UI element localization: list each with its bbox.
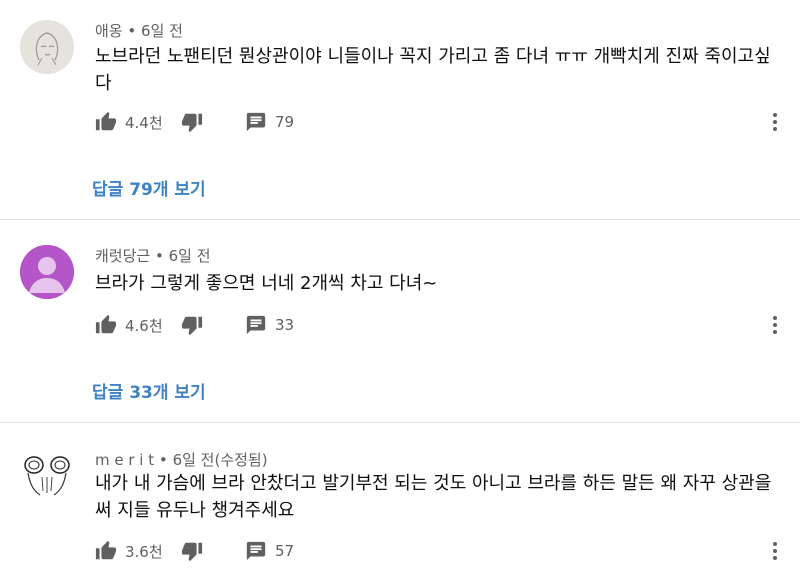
thumbs-down-icon bbox=[181, 316, 203, 336]
more-vert-icon bbox=[773, 316, 777, 334]
like-count: 3.6천 bbox=[125, 542, 163, 561]
timestamp[interactable]: 6일 전 bbox=[141, 22, 183, 40]
like-count: 4.6천 bbox=[125, 316, 163, 335]
comment-icon bbox=[246, 315, 266, 335]
cartoon-face-avatar-icon bbox=[20, 447, 74, 501]
like-button[interactable]: 4.6천 bbox=[95, 310, 163, 340]
thumbs-up-icon bbox=[95, 540, 117, 560]
default-person-avatar-icon bbox=[20, 245, 74, 299]
like-button[interactable]: 3.6천 bbox=[95, 536, 163, 566]
author-name[interactable]: 애옹 bbox=[95, 22, 123, 40]
view-replies-link[interactable]: 답글 33개 보기 bbox=[92, 378, 206, 403]
more-vert-icon bbox=[773, 542, 777, 560]
timestamp[interactable]: 6일 전 bbox=[169, 247, 211, 265]
reply-button[interactable]: 33 bbox=[245, 310, 294, 340]
more-options-button[interactable] bbox=[765, 310, 785, 340]
meta-separator: • bbox=[158, 451, 168, 469]
thumbs-up-icon bbox=[95, 111, 117, 131]
thumbs-up-icon bbox=[95, 314, 117, 334]
avatar[interactable] bbox=[20, 245, 74, 299]
meta-separator: • bbox=[154, 247, 164, 265]
author-name[interactable]: m e r i t bbox=[95, 451, 154, 469]
dislike-button[interactable] bbox=[181, 107, 203, 137]
comment-text: 브라가 그렇게 좋으면 너네 2개씩 차고 다녀~ bbox=[95, 273, 438, 294]
comment-text: 내가 내 가슴에 브라 안찼더고 발기부전 되는 것도 아니고 브라를 하든 말… bbox=[95, 473, 772, 521]
comment-text: 노브라던 노팬티던 뭔상관이야 니들이나 꼭지 가리고 좀 다녀 ㅠㅠ 개빡치게… bbox=[95, 46, 771, 94]
comment-meta: 애옹 • 6일 전 bbox=[95, 20, 183, 41]
edited-label: (수정됨) bbox=[214, 451, 268, 469]
reply-count: 79 bbox=[275, 113, 295, 131]
comment-meta: m e r i t • 6일 전(수정됨) bbox=[95, 449, 268, 470]
dislike-button[interactable] bbox=[181, 310, 203, 340]
sketch-face-avatar-icon bbox=[20, 20, 74, 74]
comment-actions: 4.4천 79 bbox=[95, 107, 795, 137]
thumbs-down-icon bbox=[181, 542, 203, 562]
comment-icon bbox=[246, 541, 266, 561]
divider bbox=[0, 422, 800, 423]
avatar[interactable] bbox=[20, 20, 74, 74]
meta-separator: • bbox=[127, 22, 137, 40]
divider bbox=[0, 219, 800, 220]
view-replies-link[interactable]: 답글 79개 보기 bbox=[92, 175, 206, 200]
like-count: 4.4천 bbox=[125, 113, 163, 132]
reply-button[interactable]: 79 bbox=[245, 107, 294, 137]
more-options-button[interactable] bbox=[765, 107, 785, 137]
avatar[interactable] bbox=[20, 447, 74, 501]
reply-button[interactable]: 57 bbox=[245, 536, 294, 566]
dislike-button[interactable] bbox=[181, 536, 203, 566]
comment-meta: 캐럿당근 • 6일 전 bbox=[95, 245, 211, 266]
reply-count: 57 bbox=[275, 542, 295, 560]
reply-count: 33 bbox=[275, 316, 295, 334]
more-vert-icon bbox=[773, 113, 777, 131]
timestamp[interactable]: 6일 전 bbox=[173, 451, 215, 469]
author-name[interactable]: 캐럿당근 bbox=[95, 247, 150, 265]
more-options-button[interactable] bbox=[765, 536, 785, 566]
comment-actions: 3.6천 57 bbox=[95, 536, 795, 566]
comment-icon bbox=[246, 112, 266, 132]
like-button[interactable]: 4.4천 bbox=[95, 107, 163, 137]
comment-actions: 4.6천 33 bbox=[95, 310, 795, 340]
thumbs-down-icon bbox=[181, 113, 203, 133]
